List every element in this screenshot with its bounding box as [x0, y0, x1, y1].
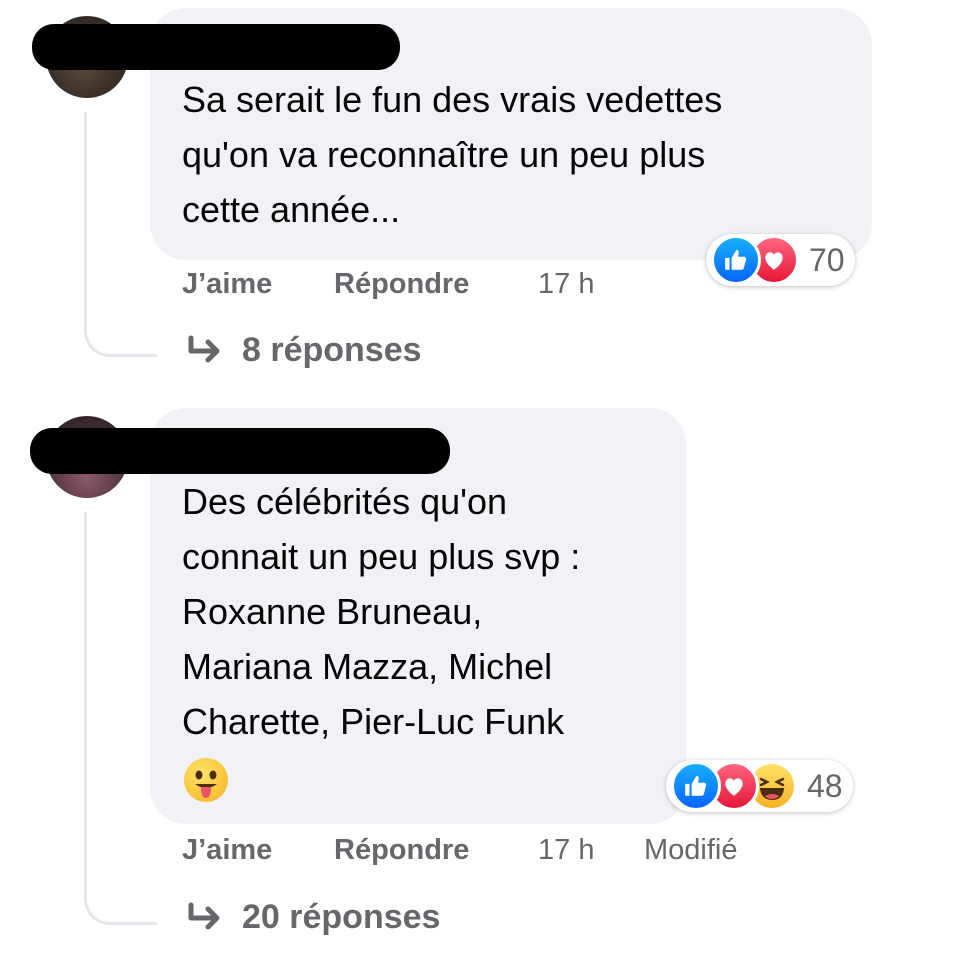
view-replies-link[interactable]: 8 réponses: [186, 331, 422, 370]
like-icon: [671, 761, 721, 811]
reaction-summary[interactable]: 48: [666, 760, 853, 812]
comment-text: Sa serait le fun des vrais vedettes qu'o…: [182, 72, 862, 237]
reply-arrow-icon: [188, 902, 220, 929]
face-with-tongue-emoji: [184, 758, 228, 802]
timestamp[interactable]: 17 h: [538, 834, 594, 867]
comment-text-line: Roxanne Bruneau,: [182, 591, 483, 632]
reaction-count: 48: [807, 767, 843, 804]
redacted-author-name: [30, 428, 450, 474]
reaction-count: 70: [809, 241, 845, 278]
redacted-author-name: [32, 24, 400, 70]
view-replies-link[interactable]: 20 réponses: [186, 898, 440, 937]
comment-text-line: connait un peu plus svp :: [182, 536, 581, 577]
replies-count-label: 8 réponses: [242, 331, 422, 369]
reply-arrow-icon: [188, 335, 220, 362]
reply-button[interactable]: Répondre: [334, 834, 469, 867]
thread-line: [84, 112, 157, 357]
edited-label[interactable]: Modifié: [644, 834, 738, 867]
reaction-summary[interactable]: 70: [706, 234, 855, 286]
like-icon: [711, 235, 761, 285]
like-button[interactable]: J’aime: [182, 834, 272, 867]
comment-text-line: Des célébrités qu'on: [182, 481, 508, 522]
like-button[interactable]: J’aime: [182, 268, 272, 301]
comment-text-line: cette année...: [182, 189, 401, 230]
comment-text-line: Charette, Pier-Luc Funk: [182, 701, 565, 742]
reply-button[interactable]: Répondre: [334, 268, 469, 301]
comment-text-line: qu'on va reconnaître un peu plus: [182, 134, 706, 175]
timestamp[interactable]: 17 h: [538, 268, 594, 301]
comment-text: Des célébrités qu'on connait un peu plus…: [182, 474, 682, 749]
comment-text-line: Sa serait le fun des vrais vedettes: [182, 79, 723, 120]
replies-count-label: 20 réponses: [242, 898, 441, 936]
comment-text-line: Mariana Mazza, Michel: [182, 646, 553, 687]
thread-line: [84, 512, 157, 925]
